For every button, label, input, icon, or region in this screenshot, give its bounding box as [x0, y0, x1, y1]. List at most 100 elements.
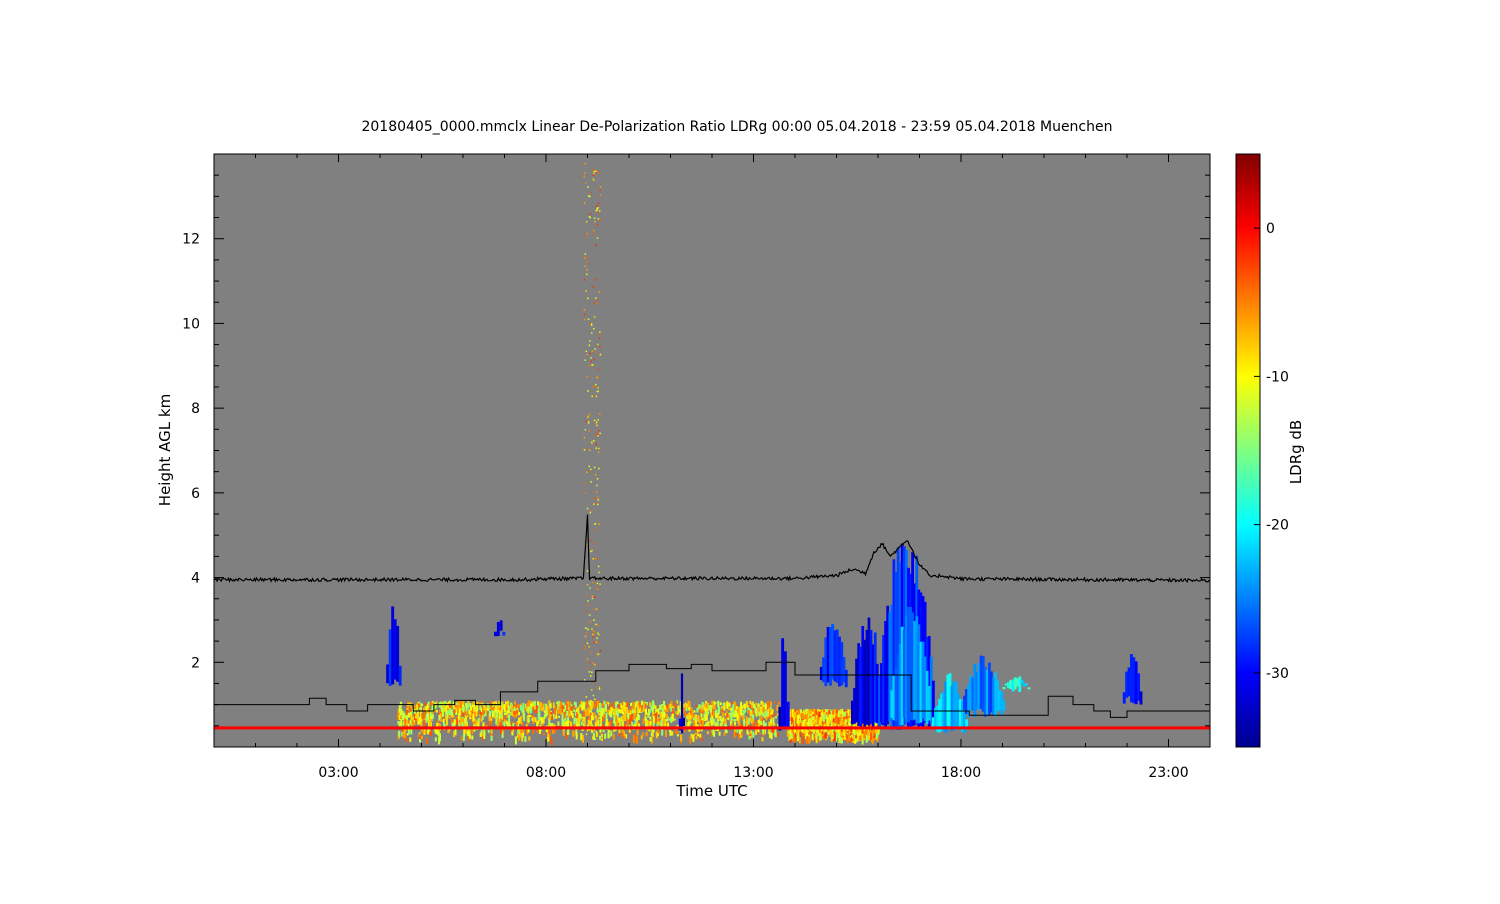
- clutter-pixel: [595, 297, 597, 299]
- clutter-pixel: [403, 732, 406, 739]
- clutter-pixel: [599, 413, 601, 415]
- echo-column: [1018, 676, 1022, 692]
- echo-column: [786, 701, 790, 727]
- clutter-pixel: [594, 474, 597, 476]
- clutter-pixel: [613, 711, 616, 717]
- clutter-pixel: [691, 711, 694, 719]
- clutter-pixel: [799, 731, 802, 738]
- clutter-pixel: [536, 721, 539, 727]
- clutter-pixel: [476, 705, 479, 712]
- clutter-pixel: [688, 712, 691, 721]
- clutter-pixel: [411, 719, 414, 727]
- clutter-pixel: [594, 278, 597, 281]
- clutter-pixel: [468, 734, 471, 739]
- clutter-pixel: [657, 708, 660, 715]
- clutter-pixel: [542, 717, 545, 724]
- clutter-pixel: [593, 712, 596, 718]
- clutter-pixel: [503, 704, 506, 708]
- clutter-pixel: [596, 205, 598, 207]
- clutter-pixel: [594, 523, 596, 525]
- clutter-pixel: [496, 706, 499, 711]
- clutter-pixel: [586, 604, 589, 607]
- clutter-pixel: [841, 711, 844, 717]
- echo-column: [965, 719, 968, 727]
- x-tick-label: 03:00: [318, 765, 358, 781]
- clutter-pixel: [588, 706, 591, 711]
- clutter-pixel: [592, 173, 595, 175]
- clutter-pixel: [623, 735, 626, 739]
- clutter-pixel: [628, 709, 631, 714]
- clutter-pixel: [595, 623, 597, 626]
- clutter-pixel: [752, 708, 755, 715]
- clutter-pixel: [584, 429, 587, 431]
- clutter-pixel: [719, 702, 722, 706]
- clutter-pixel: [773, 723, 776, 726]
- clutter-pixel: [755, 710, 758, 717]
- clutter-pixel: [598, 429, 600, 432]
- clutter-pixel: [677, 712, 679, 715]
- clutter-pixel: [505, 701, 507, 704]
- echo-column: [398, 665, 402, 686]
- clutter-pixel: [831, 714, 834, 719]
- clutter-pixel: [527, 706, 530, 713]
- clutter-pixel: [665, 730, 667, 737]
- clutter-pixel: [710, 734, 713, 737]
- clutter-pixel: [674, 701, 677, 709]
- clutter-pixel: [704, 710, 707, 713]
- clutter-pixel: [612, 733, 615, 740]
- clutter-pixel: [587, 415, 589, 417]
- clutter-pixel: [429, 701, 432, 706]
- clutter-pixel: [503, 707, 506, 713]
- clutter-pixel: [585, 705, 587, 708]
- clutter-pixel: [592, 636, 594, 638]
- clutter-pixel: [645, 731, 648, 736]
- clutter-pixel: [599, 432, 601, 435]
- clutter-pixel: [590, 481, 592, 483]
- clutter-pixel: [760, 700, 763, 705]
- clutter-pixel: [551, 716, 554, 720]
- clutter-pixel: [822, 735, 825, 739]
- clutter-pixel: [709, 704, 712, 713]
- clutter-pixel: [598, 467, 600, 470]
- clutter-pixel: [827, 716, 830, 724]
- clutter-pixel: [495, 714, 498, 723]
- clutter-pixel: [599, 346, 601, 348]
- clutter-pixel: [409, 737, 412, 742]
- clutter-pixel: [658, 718, 661, 722]
- echo-column: [502, 631, 506, 636]
- clutter-pixel: [610, 730, 613, 737]
- clutter-pixel: [712, 710, 715, 716]
- clutter-pixel: [703, 707, 706, 711]
- clutter-pixel: [460, 736, 463, 740]
- clutter-pixel: [835, 716, 838, 724]
- clutter-pixel: [697, 731, 700, 734]
- clutter-pixel: [593, 466, 596, 469]
- clutter-pixel: [824, 731, 827, 740]
- x-tick-label: 18:00: [941, 765, 981, 781]
- clutter-pixel: [651, 708, 654, 713]
- clutter-pixel: [425, 716, 428, 723]
- clutter-pixel: [588, 430, 590, 433]
- clutter-pixel: [593, 327, 595, 330]
- clutter-pixel: [597, 387, 599, 389]
- clutter-pixel: [776, 704, 779, 712]
- clutter-pixel: [483, 732, 486, 739]
- clutter-pixel: [640, 735, 643, 740]
- clutter-pixel: [659, 711, 662, 719]
- clutter-pixel: [704, 701, 707, 704]
- clutter-pixel: [562, 702, 565, 706]
- clutter-pixel: [537, 701, 540, 705]
- clutter-pixel: [409, 708, 412, 712]
- clutter-pixel: [630, 702, 633, 707]
- echo-column: [494, 631, 497, 637]
- clutter-pixel: [596, 484, 598, 487]
- clutter-pixel: [584, 645, 586, 647]
- y-tick-label: 6: [191, 486, 200, 502]
- clutter-pixel: [743, 703, 746, 709]
- clutter-pixel: [599, 650, 602, 652]
- clutter-pixel: [591, 442, 593, 445]
- clutter-pixel: [528, 736, 531, 741]
- clutter-pixel: [590, 360, 592, 363]
- clutter-pixel: [426, 738, 428, 744]
- clutter-pixel: [583, 318, 586, 321]
